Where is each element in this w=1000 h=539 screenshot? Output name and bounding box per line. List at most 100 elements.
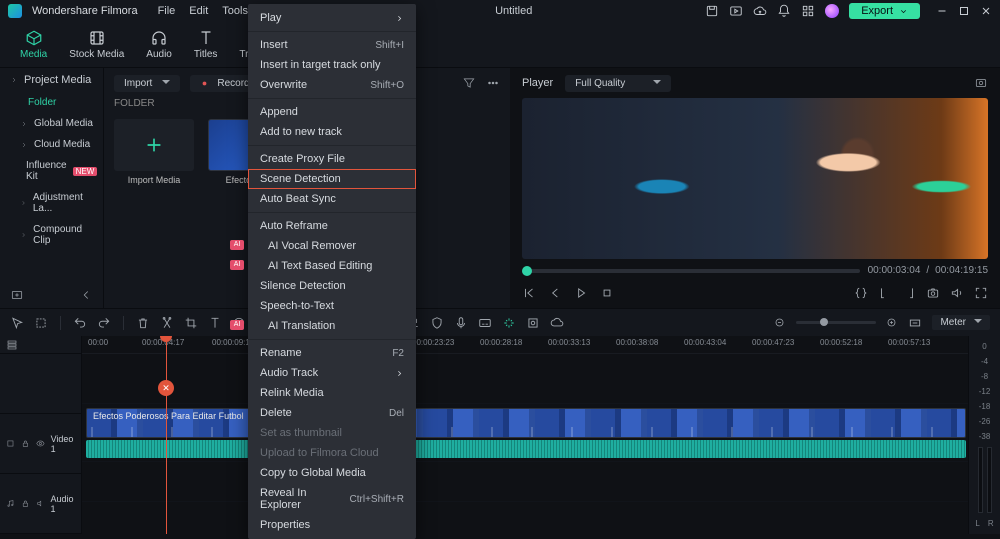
tab-stock-media[interactable]: Stock Media: [69, 29, 124, 60]
ctx-upload-cloud: Upload to Filmora Cloud: [248, 443, 416, 463]
ctx-audio-track[interactable]: Audio Track: [248, 363, 416, 383]
sidebar-item-cloud-media[interactable]: Cloud Media: [0, 134, 103, 155]
auto-enhance-icon[interactable]: [502, 316, 516, 330]
ctx-delete[interactable]: DeleteDel: [248, 403, 416, 423]
zoom-slider[interactable]: [796, 321, 876, 324]
user-avatar[interactable]: [825, 4, 839, 18]
menu-edit[interactable]: Edit: [189, 5, 208, 17]
ctx-silence[interactable]: Silence Detection: [248, 276, 416, 296]
preview-viewport[interactable]: [522, 98, 988, 259]
lock-icon[interactable]: [21, 438, 30, 449]
menu-tools[interactable]: Tools: [222, 5, 248, 17]
eye-icon[interactable]: [36, 438, 45, 449]
quality-dropdown[interactable]: Full Quality: [565, 75, 671, 92]
window-maximize-icon[interactable]: [958, 5, 970, 17]
cloud-upload-icon[interactable]: [753, 4, 767, 18]
ctx-relink[interactable]: Relink Media: [248, 383, 416, 403]
sidebar-item-global-media[interactable]: Global Media: [0, 113, 103, 134]
track-row-audio1[interactable]: Audio 1: [0, 474, 81, 534]
undo-icon[interactable]: [73, 316, 87, 330]
track-row-video1[interactable]: Video 1: [0, 414, 81, 474]
zoom-out-icon[interactable]: [774, 317, 786, 329]
video-clip[interactable]: Efectos Poderosos Para Editar Futbol: [86, 408, 966, 438]
zoom-in-icon[interactable]: [886, 317, 898, 329]
timeline-ruler[interactable]: 00:00 00:00:04:17 00:00:09:14 00:00:23:2…: [82, 336, 968, 354]
mute-icon[interactable]: [36, 498, 45, 509]
subtitle-icon[interactable]: [478, 316, 492, 330]
mark-out-icon[interactable]: [902, 286, 916, 300]
prev-frame-icon[interactable]: [522, 286, 536, 300]
ctx-stt[interactable]: Speech-to-Text: [248, 296, 416, 316]
audio-track[interactable]: [82, 462, 968, 502]
tab-audio[interactable]: Audio: [146, 29, 172, 60]
ctx-insert-target[interactable]: Insert in target track only: [248, 55, 416, 75]
import-dropdown[interactable]: Import: [114, 75, 180, 92]
import-media-tile[interactable]: [114, 119, 194, 171]
crop-icon[interactable]: [184, 316, 198, 330]
media-panel-icon[interactable]: [729, 4, 743, 18]
window-minimize-icon[interactable]: [936, 5, 948, 17]
sidebar-item-adjustment-layer[interactable]: Adjustment La...: [0, 187, 103, 219]
ctx-append[interactable]: Append: [248, 102, 416, 122]
preview-scrubber[interactable]: [522, 269, 860, 273]
chroma-icon[interactable]: [526, 316, 540, 330]
ctx-ai-text[interactable]: AIAI Text Based Editing: [248, 256, 416, 276]
ctx-insert[interactable]: InsertShift+I: [248, 35, 416, 55]
video-track[interactable]: Efectos Poderosos Para Editar Futbol: [82, 404, 968, 462]
folder-item[interactable]: Folder: [0, 92, 103, 113]
ctx-properties[interactable]: Properties: [248, 515, 416, 535]
pointer-icon[interactable]: [10, 316, 24, 330]
export-button[interactable]: Export: [849, 3, 920, 19]
mic-icon[interactable]: [454, 316, 468, 330]
camera-icon[interactable]: [926, 286, 940, 300]
select-icon[interactable]: [34, 316, 48, 330]
menu-file[interactable]: File: [158, 5, 176, 17]
snapshot-icon[interactable]: [974, 76, 988, 90]
braces-icon[interactable]: [854, 286, 868, 300]
audio-waveform[interactable]: [86, 440, 966, 458]
ctx-reveal[interactable]: Reveal In ExplorerCtrl+Shift+R: [248, 483, 416, 515]
save-icon[interactable]: [705, 4, 719, 18]
sidebar-item-influence-kit[interactable]: Influence KitNEW: [0, 155, 103, 187]
ctx-add-track[interactable]: Add to new track: [248, 122, 416, 142]
ctx-auto-beat[interactable]: Auto Beat Sync: [248, 189, 416, 209]
play-backward-icon[interactable]: [548, 286, 562, 300]
timeline-settings-icon[interactable]: [6, 339, 18, 351]
new-bin-icon[interactable]: [10, 288, 24, 302]
tab-titles[interactable]: Titles: [194, 29, 218, 60]
stop-icon[interactable]: [600, 286, 614, 300]
volume-icon[interactable]: [950, 286, 964, 300]
ctx-auto-reframe[interactable]: Auto Reframe: [248, 216, 416, 236]
playhead[interactable]: [166, 336, 167, 534]
play-icon[interactable]: [574, 286, 588, 300]
project-media-header[interactable]: Project Media: [0, 68, 103, 92]
grid-icon[interactable]: [801, 4, 815, 18]
shield-icon[interactable]: [430, 316, 444, 330]
cloud-sync-icon[interactable]: [550, 316, 564, 330]
ctx-rename[interactable]: RenameF2: [248, 343, 416, 363]
bell-icon[interactable]: [777, 4, 791, 18]
window-close-icon[interactable]: [980, 5, 992, 17]
text-tool-icon[interactable]: [208, 316, 222, 330]
ctx-play[interactable]: Play: [248, 8, 416, 28]
fullscreen-icon[interactable]: [974, 286, 988, 300]
mark-in-icon[interactable]: [878, 286, 892, 300]
redo-icon[interactable]: [97, 316, 111, 330]
lock-icon[interactable]: [21, 498, 30, 509]
tab-media[interactable]: Media: [20, 29, 47, 60]
filter-icon[interactable]: [462, 76, 476, 90]
ctx-overwrite[interactable]: OverwriteShift+O: [248, 75, 416, 95]
collapse-icon[interactable]: [79, 288, 93, 302]
delete-icon[interactable]: [136, 316, 150, 330]
ctx-copy-global[interactable]: Copy to Global Media: [248, 463, 416, 483]
sidebar-item-compound-clip[interactable]: Compound Clip: [0, 219, 103, 251]
meter-button[interactable]: Meter: [932, 315, 990, 330]
zoom-fit-icon[interactable]: [908, 316, 922, 330]
split-icon[interactable]: [160, 316, 174, 330]
ctx-ai-vocal[interactable]: AIAI Vocal Remover: [248, 236, 416, 256]
more-icon[interactable]: [486, 76, 500, 90]
ctx-ai-translate[interactable]: AIAI Translation: [248, 316, 416, 336]
ctx-create-proxy[interactable]: Create Proxy File: [248, 149, 416, 169]
ctx-scene-detection[interactable]: Scene Detection: [248, 169, 416, 189]
film-icon: [6, 438, 15, 449]
